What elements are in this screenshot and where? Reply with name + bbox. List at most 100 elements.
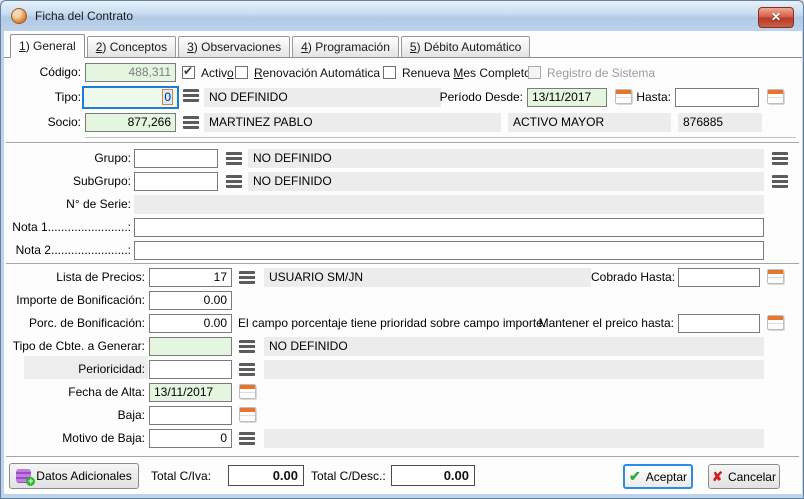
x-icon: ✘ (712, 469, 723, 485)
close-button[interactable]: ✕ (758, 7, 794, 28)
perioricidad-display (264, 360, 764, 379)
hasta-field[interactable] (675, 88, 759, 107)
mantener-precio-field[interactable] (678, 314, 760, 333)
baja-field[interactable] (149, 406, 232, 425)
baja-calendar-icon[interactable] (239, 407, 256, 422)
datos-adicionales-button[interactable]: + Datos Adicionales (9, 463, 139, 489)
porc-bonificacion-label: Porc. de Bonificación: (9, 314, 145, 333)
tab-programacion[interactable]: 4) Programación (292, 36, 399, 57)
periodo-desde-field[interactable]: 13/11/2017 (527, 88, 607, 107)
perioricidad-field[interactable] (149, 360, 232, 379)
database-add-icon: + (16, 469, 31, 483)
tab-observaciones[interactable]: 3) Observaciones (178, 36, 290, 57)
subgrupo-extra-lookup-icon[interactable] (772, 175, 788, 188)
activo-checkbox[interactable]: ✔ (182, 66, 195, 79)
baja-label: Baja: (9, 406, 145, 425)
total-desc-label: Total C/Desc.: (311, 467, 386, 486)
aceptar-button[interactable]: ✔ Aceptar (623, 464, 693, 489)
hasta-calendar-icon[interactable] (767, 89, 784, 104)
tipo-display: NO DEFINIDO (204, 88, 441, 107)
periodo-desde-calendar-icon[interactable] (615, 89, 632, 104)
fecha-alta-label: Fecha de Alta: (9, 383, 145, 402)
nota1-label: Nota 1........................: (9, 218, 131, 237)
grupo-field[interactable] (134, 149, 218, 168)
tipo-cbte-label: Tipo de Cbte. a Generar: (9, 337, 145, 356)
tipo-label: Tipo: (9, 88, 81, 107)
lista-precios-lookup-icon[interactable] (239, 271, 255, 284)
tipo-field[interactable]: 0 (82, 86, 179, 109)
titlebar[interactable]: Ficha del Contrato ✕ (1, 1, 803, 31)
subgrupo-field[interactable] (134, 172, 218, 191)
hasta-label: Hasta: (631, 88, 671, 107)
check-icon: ✔ (629, 468, 641, 485)
porc-bonificacion-field[interactable]: 0.00 (149, 314, 232, 333)
fecha-alta-calendar-icon[interactable] (239, 384, 256, 399)
perioricidad-lookup-icon[interactable] (239, 363, 255, 376)
serie-label: N° de Serie: (9, 195, 131, 214)
subgrupo-label: SubGrupo: (9, 172, 131, 191)
socio-estado-display: ACTIVO MAYOR (508, 113, 671, 132)
renovacion-automatica-label: Renovación Automática (254, 64, 380, 82)
mantener-precio-label: Mantener el preico hasta: (521, 314, 674, 333)
check-icon: ✔ (183, 64, 193, 78)
mantener-precio-calendar-icon[interactable] (767, 315, 784, 330)
importe-bonificacion-field[interactable]: 0.00 (149, 291, 232, 310)
importe-bonificacion-label: Importe de Bonificación: (9, 291, 145, 310)
total-desc-field[interactable]: 0.00 (391, 465, 475, 486)
tab-debito-automatico[interactable]: 5) Débito Automático (401, 36, 530, 57)
cancelar-button[interactable]: ✘ Cancelar (708, 464, 780, 489)
socio-label: Socio: (9, 113, 81, 132)
total-iva-label: Total C/Iva: (151, 467, 211, 486)
fecha-alta-field[interactable]: 13/11/2017 (149, 383, 232, 402)
separator-groove (6, 142, 799, 144)
tipo-cbte-display: NO DEFINIDO (264, 337, 764, 356)
tipo-lookup-icon[interactable] (183, 89, 199, 102)
grupo-lookup-icon[interactable] (226, 152, 242, 165)
renueva-mes-completo-checkbox[interactable] (383, 66, 396, 79)
cobrado-hasta-field[interactable] (678, 268, 760, 287)
tab-conceptos[interactable]: 2) Conceptos (87, 36, 176, 57)
nota2-label: Nota 2.......................: (9, 241, 131, 260)
total-iva-field[interactable]: 0.00 (228, 465, 304, 486)
socio-lookup-icon[interactable] (183, 116, 199, 129)
serie-field (134, 195, 764, 214)
socio-nombre-display: MARTINEZ PABLO (204, 113, 501, 132)
tab-general[interactable]: 1) General (10, 34, 85, 58)
subgrupo-display: NO DEFINIDO (248, 172, 764, 191)
nota1-field[interactable] (134, 218, 764, 237)
separator-groove (6, 263, 799, 265)
registro-de-sistema-checkbox (528, 66, 541, 79)
app-icon (11, 8, 27, 24)
codigo-field[interactable]: 488,311 (85, 63, 176, 82)
renovacion-automatica-checkbox[interactable] (235, 66, 248, 79)
separator-line (85, 137, 796, 138)
window-title: Ficha del Contrato (35, 9, 133, 23)
periodo-desde-label: Período Desde: (439, 88, 523, 107)
cobrado-hasta-label: Cobrado Hasta: (591, 268, 674, 287)
perioricidad-label: Perioricidad: (9, 360, 145, 379)
lista-precios-display: USUARIO SM/JN (264, 268, 591, 287)
tipo-cbte-lookup-icon[interactable] (239, 340, 255, 353)
cobrado-hasta-calendar-icon[interactable] (767, 269, 784, 284)
tab-bar: 1) General 2) Conceptos 3) Observaciones… (4, 34, 802, 58)
ficha-del-contrato-dialog: Ficha del Contrato ✕ 1) General 2) Conce… (0, 0, 804, 499)
grupo-extra-lookup-icon[interactable] (772, 152, 788, 165)
grupo-label: Grupo: (9, 149, 131, 168)
lista-precios-label: Lista de Precios: (9, 268, 145, 287)
motivo-baja-lookup-icon[interactable] (239, 432, 255, 445)
separator-groove (6, 456, 799, 458)
grupo-display: NO DEFINIDO (248, 149, 764, 168)
motivo-baja-display (264, 429, 764, 448)
activo-label: Activo (201, 64, 234, 82)
lista-precios-field[interactable]: 17 (149, 268, 232, 287)
registro-de-sistema-label: Registro de Sistema (547, 64, 655, 82)
renueva-mes-completo-label: Renueva Mes Completo (402, 64, 531, 82)
tipo-cbte-field[interactable] (149, 337, 232, 356)
nota2-field[interactable] (134, 241, 764, 260)
socio-field[interactable]: 877,266 (85, 113, 176, 132)
porcentaje-hint-text: El campo porcentaje tiene prioridad sobr… (238, 314, 546, 333)
subgrupo-lookup-icon[interactable] (226, 175, 242, 188)
socio-numero-display: 876885 (678, 113, 762, 132)
motivo-baja-label: Motivo de Baja: (9, 429, 145, 448)
motivo-baja-field[interactable]: 0 (149, 429, 232, 448)
